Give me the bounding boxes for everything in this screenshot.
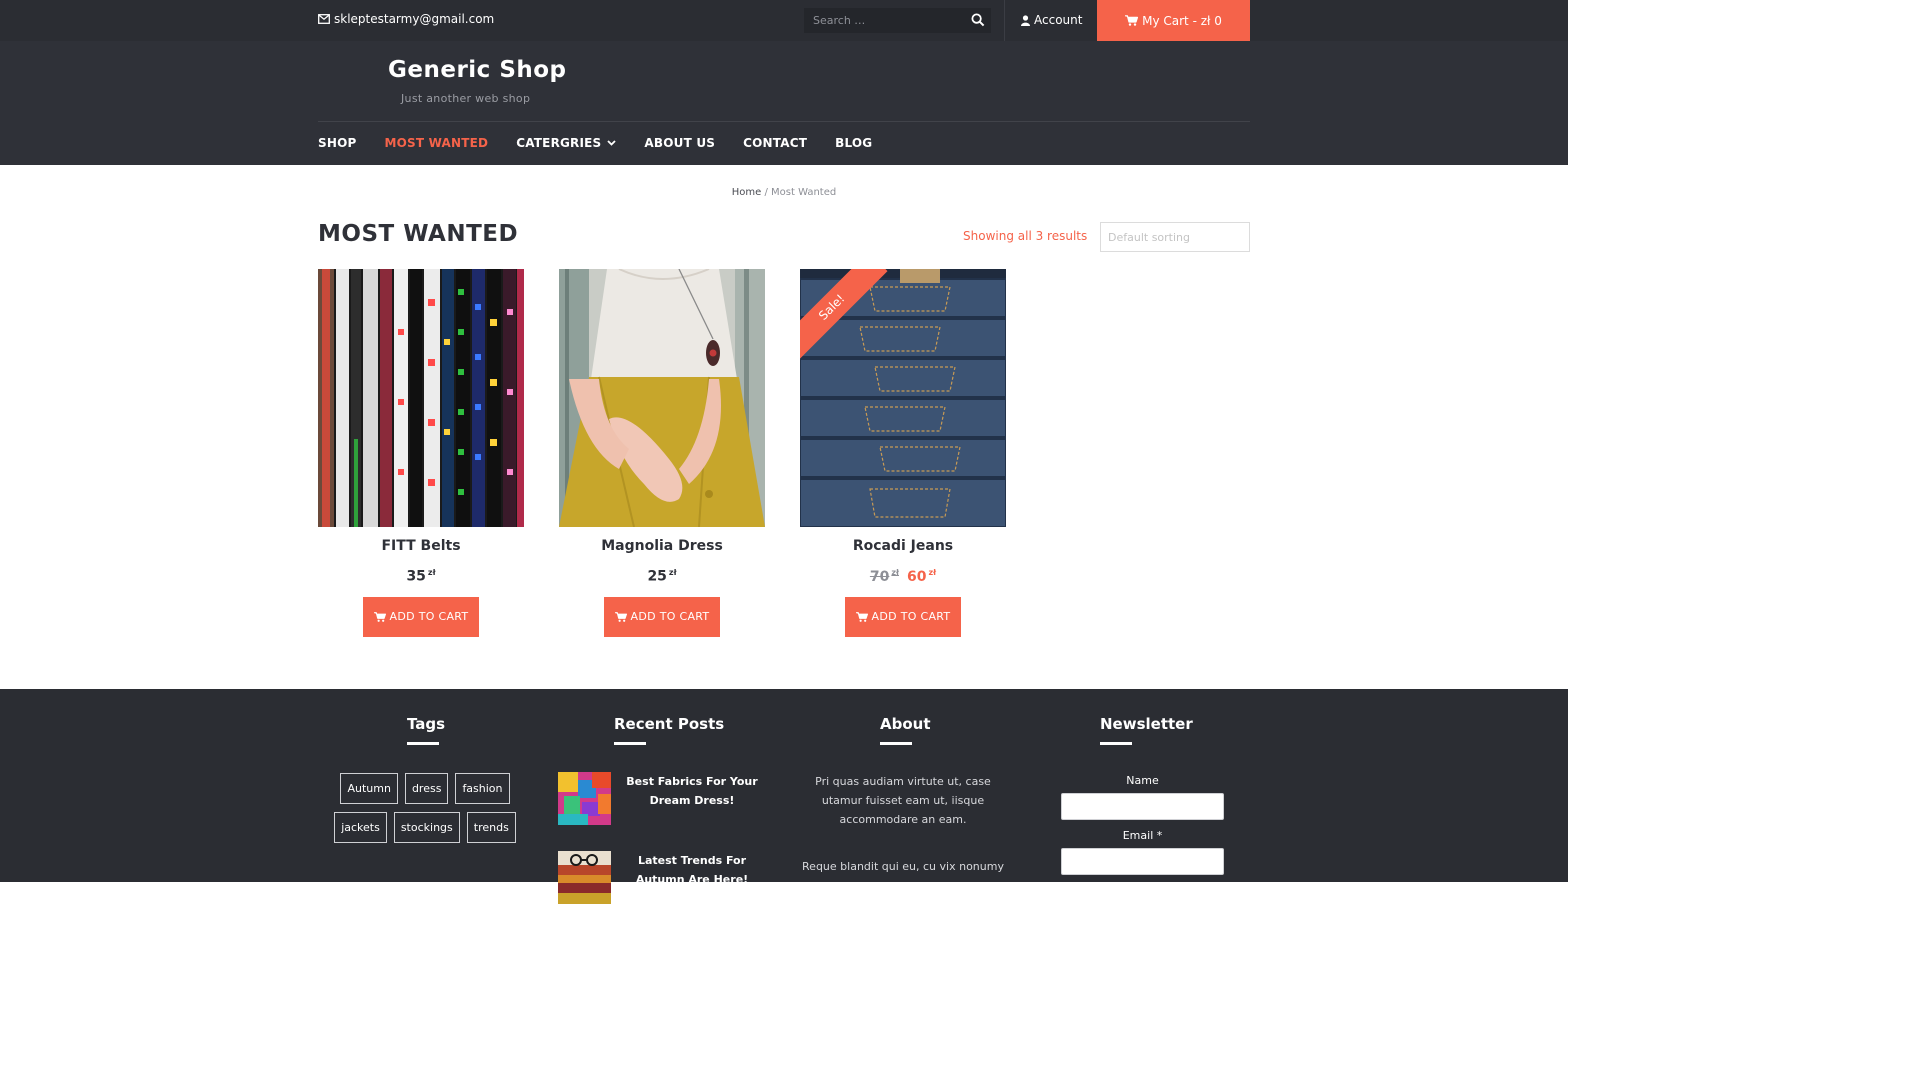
about-paragraph: Reque blandit qui eu, cu vix nonumy (802, 860, 1004, 873)
tag-link[interactable]: stockings (393, 812, 460, 843)
post-title[interactable]: Best Fabrics For Your Dream Dress! (611, 772, 763, 825)
nav-item-shop[interactable]: SHOP (318, 136, 356, 150)
nav-item-label: CONTACT (743, 136, 808, 150)
product-name[interactable]: Rocadi Jeans (800, 538, 1006, 554)
belts-image (318, 269, 524, 527)
recent-post[interactable]: Best Fabrics For Your Dream Dress! (558, 772, 763, 825)
sorting-select[interactable]: Default sorting (1100, 222, 1250, 252)
search-icon[interactable] (971, 13, 985, 27)
sale-price: 60 zł (907, 568, 937, 585)
about-title: About (880, 715, 931, 745)
newsletter-name-input[interactable] (1061, 793, 1224, 820)
site-tagline: Just another web shop (401, 92, 531, 105)
tag-cloud: Autumn dress fashion jackets stockings t… (318, 773, 532, 843)
site-header: Generic Shop Just another web shop SHOP … (0, 41, 1568, 165)
tag-link[interactable]: dress (404, 773, 449, 804)
add-to-cart-button[interactable]: ADD TO CART (845, 596, 961, 637)
account-label: Account (1034, 13, 1083, 27)
product-card: Magnolia Dress 25 zł ADD TO CART (559, 269, 765, 637)
fabrics-image (558, 772, 611, 825)
tags-title: Tags (407, 715, 445, 745)
cart-icon (614, 611, 627, 622)
add-to-cart-label: ADD TO CART (630, 610, 710, 624)
add-to-cart-button[interactable]: ADD TO CART (363, 596, 479, 637)
result-count: Showing all 3 results (963, 229, 1088, 243)
breadcrumb-separator: / (761, 187, 772, 198)
nav-item-contact[interactable]: CONTACT (743, 136, 807, 150)
breadcrumb: Home / Most Wanted (0, 187, 1568, 198)
name-label: Name (1126, 774, 1159, 787)
contact-email[interactable]: skleptestarmy@gmail.com (318, 12, 494, 26)
envelope-icon (318, 14, 330, 24)
price-value: 25 (647, 568, 667, 585)
price-value: 60 (907, 568, 927, 585)
price-currency: zł (891, 568, 899, 577)
old-price: 70 zł (869, 568, 899, 585)
nav-item-label: MOST WANTED (384, 136, 489, 150)
old-price-value: 70 (869, 568, 890, 585)
site-title[interactable]: Generic Shop (388, 57, 567, 83)
nav-item-label: BLOG (835, 136, 873, 150)
price-currency: zł (668, 568, 677, 577)
breadcrumb-home[interactable]: Home (732, 187, 762, 198)
breadcrumb-current: Most Wanted (771, 187, 837, 198)
product-price: 70 zł 60 zł (800, 568, 1006, 585)
email-label: Email * (1122, 829, 1163, 842)
chevron-down-icon (607, 140, 617, 146)
contact-email-text: skleptestarmy@gmail.com (334, 12, 495, 26)
nav-item-categories[interactable]: CATERGRIES (516, 136, 617, 150)
topbar-divider (1004, 0, 1005, 41)
price-value: 35 (406, 568, 426, 585)
cart-label: My Cart - zł 0 (1142, 13, 1222, 28)
nav-item-label: CATERGRIES (516, 136, 602, 150)
nav-item-most-wanted[interactable]: MOST WANTED (384, 136, 488, 150)
nav-item-blog[interactable]: BLOG (835, 136, 872, 150)
main-nav: SHOP MOST WANTED CATERGRIES ABOUT US CON… (318, 136, 900, 150)
product-card: Sale! Rocadi Jeans 70 zł 60 zł ADD TO CART (800, 269, 1006, 637)
product-image[interactable] (559, 269, 765, 527)
top-bar: skleptestarmy@gmail.com Account My Cart … (0, 0, 1568, 41)
post-thumbnail[interactable] (558, 772, 611, 825)
cart-button[interactable]: My Cart - zł 0 (1097, 0, 1250, 41)
user-icon (1021, 14, 1030, 26)
about-paragraph: Pri quas audiam virtute ut, case utamur … (815, 775, 991, 826)
tag-link[interactable]: Autumn (340, 773, 398, 804)
product-price: 25 zł (559, 568, 765, 585)
cart-icon (373, 611, 386, 622)
cart-icon (855, 611, 868, 622)
newsletter-title: Newsletter (1100, 715, 1193, 745)
header-divider (318, 121, 1250, 122)
recent-posts-title: Recent Posts (614, 715, 724, 745)
add-to-cart-label: ADD TO CART (389, 610, 469, 624)
nav-item-label: SHOP (318, 136, 357, 150)
tag-link[interactable]: jackets (334, 812, 387, 843)
search-box (804, 8, 991, 33)
post-thumbnail[interactable] (558, 851, 611, 904)
page-title: MOST WANTED (318, 221, 519, 247)
price-currency: zł (427, 568, 436, 577)
product-name[interactable]: FITT Belts (318, 538, 524, 554)
product-image[interactable] (318, 269, 524, 527)
product-image[interactable]: Sale! (800, 269, 1006, 527)
price-currency: zł (928, 568, 937, 577)
account-link[interactable]: Account (1021, 13, 1082, 27)
newsletter-email-input[interactable] (1061, 848, 1224, 875)
nav-item-label: ABOUT US (644, 136, 716, 150)
product-price: 35 zł (318, 568, 524, 585)
recent-post[interactable]: Latest Trends For Autumn Are Here! (558, 851, 763, 904)
add-to-cart-button[interactable]: ADD TO CART (604, 596, 720, 637)
tag-link[interactable]: fashion (455, 773, 510, 804)
tag-link[interactable]: trends (466, 812, 516, 843)
dress-image (559, 269, 765, 527)
product-name[interactable]: Magnolia Dress (559, 538, 765, 554)
nav-item-about-us[interactable]: ABOUT US (644, 136, 715, 150)
site-footer: Tags Autumn dress fashion jackets stocki… (0, 689, 1568, 904)
post-title[interactable]: Latest Trends For Autumn Are Here! (611, 851, 763, 904)
product-card: FITT Belts 35 zł ADD TO CART (318, 269, 524, 637)
add-to-cart-label: ADD TO CART (871, 610, 951, 624)
autumn-trends-image (558, 851, 611, 904)
cart-icon (1125, 15, 1139, 26)
search-input[interactable] (804, 8, 964, 33)
